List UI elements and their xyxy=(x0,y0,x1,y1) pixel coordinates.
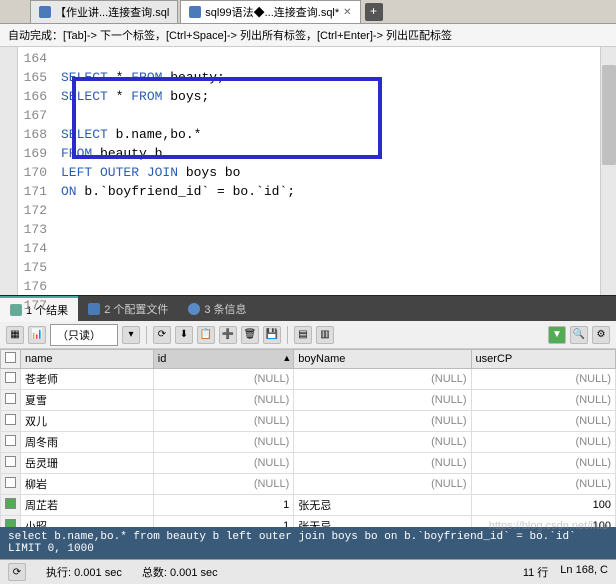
scrollbar-thumb[interactable] xyxy=(602,65,616,165)
cell-id[interactable]: (NULL) xyxy=(153,411,294,432)
table-row[interactable]: 苍老师(NULL)(NULL)(NULL) xyxy=(1,369,616,390)
cell-name[interactable]: 苍老师 xyxy=(21,369,154,390)
cell-boyname[interactable]: (NULL) xyxy=(294,369,471,390)
gutter xyxy=(0,47,18,295)
select-all-header[interactable] xyxy=(1,350,21,369)
export-button[interactable]: ⬇ xyxy=(175,326,193,344)
cell-usercp[interactable]: 100 xyxy=(471,495,615,516)
table-row[interactable]: 夏雪(NULL)(NULL)(NULL) xyxy=(1,390,616,411)
row-checkbox[interactable] xyxy=(1,390,21,411)
table-row[interactable]: 岳灵珊(NULL)(NULL)(NULL) xyxy=(1,453,616,474)
cell-name[interactable]: 周芷若 xyxy=(21,495,154,516)
cell-usercp[interactable]: (NULL) xyxy=(471,390,615,411)
results-toolbar: ▦ 📊 （只读） ▾ ⟳ ⬇ 📋 ➕ 🗑 💾 ▤ ▥ ▼ 🔍 ⚙ xyxy=(0,321,616,349)
cell-usercp[interactable]: (NULL) xyxy=(471,432,615,453)
row-checkbox[interactable] xyxy=(1,411,21,432)
table-row[interactable]: 小昭1张无忌100 xyxy=(1,516,616,528)
cell-boyname[interactable]: 张无忌 xyxy=(294,495,471,516)
cell-usercp[interactable]: (NULL) xyxy=(471,453,615,474)
chart-button[interactable]: 📊 xyxy=(28,326,46,344)
cell-usercp[interactable]: (NULL) xyxy=(471,474,615,495)
table-row[interactable]: 周冬雨(NULL)(NULL)(NULL) xyxy=(1,432,616,453)
sql-file-icon xyxy=(189,6,201,18)
cell-name[interactable]: 双儿 xyxy=(21,411,154,432)
cursor-position: Ln 168, C xyxy=(560,564,608,580)
tab-file-1[interactable]: 【作业讲...连接查询.sql xyxy=(30,0,178,23)
cell-name[interactable]: 夏雪 xyxy=(21,390,154,411)
add-row-button[interactable]: ➕ xyxy=(219,326,237,344)
row-checkbox[interactable] xyxy=(1,474,21,495)
tab-label: sql99语法◆...连接查询.sql* xyxy=(205,4,339,20)
row-checkbox[interactable] xyxy=(1,516,21,528)
column-name[interactable]: name xyxy=(21,350,154,369)
tab-file-2[interactable]: sql99语法◆...连接查询.sql* ✕ xyxy=(180,0,360,23)
cell-id[interactable]: 1 xyxy=(153,516,294,528)
refresh-button[interactable]: ⟳ xyxy=(153,326,171,344)
total-time: 总数: 0.001 sec xyxy=(142,564,218,580)
cell-name[interactable]: 柳岩 xyxy=(21,474,154,495)
column-id[interactable]: ▲id xyxy=(153,350,294,369)
sql-editor[interactable]: 164165166 167168169 170171172 173174175 … xyxy=(0,47,616,295)
add-tab-button[interactable]: + xyxy=(365,3,383,21)
dropdown-button[interactable]: ▾ xyxy=(122,326,140,344)
delete-row-button[interactable]: 🗑 xyxy=(241,326,259,344)
cell-id[interactable]: (NULL) xyxy=(153,369,294,390)
row-checkbox[interactable] xyxy=(1,369,21,390)
row-count: 11 行 xyxy=(523,564,548,580)
column-usercp[interactable]: userCP xyxy=(471,350,615,369)
search-button[interactable]: 🔍 xyxy=(570,326,588,344)
line-numbers: 164165166 167168169 170171172 173174175 … xyxy=(18,47,53,295)
table-row[interactable]: 双儿(NULL)(NULL)(NULL) xyxy=(1,411,616,432)
cell-boyname[interactable]: (NULL) xyxy=(294,390,471,411)
close-icon[interactable]: ✕ xyxy=(343,7,351,18)
table-row[interactable]: 柳岩(NULL)(NULL)(NULL) xyxy=(1,474,616,495)
tab-label: 【作业讲...连接查询.sql xyxy=(55,4,169,20)
cell-boyname[interactable]: (NULL) xyxy=(294,453,471,474)
exec-time: 执行: 0.001 sec xyxy=(46,564,122,580)
cell-id[interactable]: (NULL) xyxy=(153,432,294,453)
copy-button[interactable]: 📋 xyxy=(197,326,215,344)
sql-file-icon xyxy=(39,6,51,18)
cell-id[interactable]: (NULL) xyxy=(153,390,294,411)
row-checkbox[interactable] xyxy=(1,495,21,516)
filter-button[interactable]: ▼ xyxy=(548,326,566,344)
table-row[interactable]: 周芷若1张无忌100 xyxy=(1,495,616,516)
cell-boyname[interactable]: (NULL) xyxy=(294,432,471,453)
cell-usercp[interactable]: (NULL) xyxy=(471,411,615,432)
cell-boyname[interactable]: (NULL) xyxy=(294,474,471,495)
query-display-bar: select b.name,bo.* from beauty b left ou… xyxy=(0,527,616,559)
form-mode-button[interactable]: ▥ xyxy=(316,326,334,344)
cell-id[interactable]: (NULL) xyxy=(153,474,294,495)
results-table: name ▲id boyName userCP 苍老师(NULL)(NULL)(… xyxy=(0,349,616,527)
row-checkbox[interactable] xyxy=(1,453,21,474)
status-bar: ⟳ 执行: 0.001 sec 总数: 0.001 sec 11 行 Ln 16… xyxy=(0,559,616,584)
editor-tabs: 【作业讲...连接查询.sql sql99语法◆...连接查询.sql* ✕ + xyxy=(0,0,616,24)
readonly-select[interactable]: （只读） xyxy=(50,324,118,346)
cell-boyname[interactable]: 张无忌 xyxy=(294,516,471,528)
grid-view-button[interactable]: ▦ xyxy=(6,326,24,344)
cell-usercp[interactable]: (NULL) xyxy=(471,369,615,390)
settings-button[interactable]: ⚙ xyxy=(592,326,610,344)
row-checkbox[interactable] xyxy=(1,432,21,453)
cell-name[interactable]: 周冬雨 xyxy=(21,432,154,453)
results-grid[interactable]: name ▲id boyName userCP 苍老师(NULL)(NULL)(… xyxy=(0,349,616,527)
cell-usercp[interactable]: 100 xyxy=(471,516,615,528)
grid-mode-button[interactable]: ▤ xyxy=(294,326,312,344)
cell-name[interactable]: 岳灵珊 xyxy=(21,453,154,474)
refresh-status-button[interactable]: ⟳ xyxy=(8,563,26,581)
cell-id[interactable]: 1 xyxy=(153,495,294,516)
cell-name[interactable]: 小昭 xyxy=(21,516,154,528)
code-area[interactable]: SELECT * FROM beauty; SELECT * FROM boys… xyxy=(53,47,616,295)
column-boyname[interactable]: boyName xyxy=(294,350,471,369)
save-button[interactable]: 💾 xyxy=(263,326,281,344)
cell-id[interactable]: (NULL) xyxy=(153,453,294,474)
cell-boyname[interactable]: (NULL) xyxy=(294,411,471,432)
vertical-scrollbar[interactable] xyxy=(600,47,616,295)
autocomplete-hint: 自动完成：[Tab]-> 下一个标签，[Ctrl+Space]-> 列出所有标签… xyxy=(0,24,616,47)
